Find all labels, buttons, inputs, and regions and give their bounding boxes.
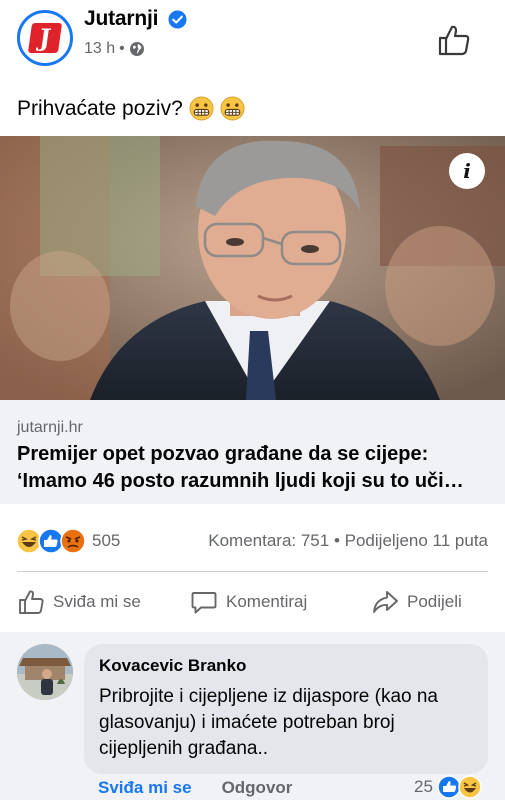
angry-reaction-icon bbox=[60, 528, 86, 554]
page-logo: J bbox=[24, 17, 66, 59]
page-avatar[interactable]: J bbox=[17, 10, 73, 66]
verified-badge-icon bbox=[168, 10, 187, 29]
thumbs-up-icon bbox=[19, 590, 44, 614]
link-domain: jutarnji.hr bbox=[17, 419, 83, 436]
share-icon bbox=[373, 591, 398, 613]
comment-reactions[interactable]: 25 bbox=[414, 775, 483, 799]
post-actions: Sviđa mi se Komentiraj Podijeli bbox=[0, 580, 505, 626]
avatar-photo bbox=[17, 644, 73, 700]
post-time[interactable]: 13 h bbox=[84, 40, 115, 58]
link-preview[interactable]: jutarnji.hr Premijer opet pozvao građane… bbox=[0, 400, 505, 504]
post-meta: 13 h • bbox=[84, 40, 145, 58]
comment-reaction-icons bbox=[437, 775, 482, 799]
comment-like-button[interactable]: Sviđa mi se bbox=[98, 778, 192, 798]
post-text: Prihvaćate poziv? bbox=[17, 96, 245, 121]
comment-text: Pribrojite i cijepljene iz dijaspore (ka… bbox=[99, 686, 439, 759]
like-reaction-icon bbox=[38, 528, 64, 554]
photo-illustration bbox=[0, 136, 505, 400]
grimacing-face-icon bbox=[189, 96, 214, 121]
share-button[interactable]: Podijeli bbox=[371, 588, 462, 616]
meta-separator: • bbox=[119, 40, 125, 57]
comment-bubble[interactable]: Kovacevic Branko Pribrojite i cijepljene… bbox=[84, 644, 488, 774]
like-page-icon[interactable] bbox=[436, 22, 472, 58]
link-preview-image[interactable] bbox=[0, 136, 505, 400]
like-label: Sviđa mi se bbox=[53, 592, 141, 611]
share-label: Podijeli bbox=[407, 592, 462, 611]
comment-icon bbox=[191, 592, 217, 614]
post-caption: Prihvaćate poziv? bbox=[17, 96, 183, 120]
comments-section: Kovacevic Branko Pribrojite i cijepljene… bbox=[0, 632, 505, 800]
comment-button[interactable]: Komentiraj bbox=[190, 588, 307, 616]
stats-separator: • bbox=[333, 531, 340, 550]
reaction-count[interactable]: 505 bbox=[92, 531, 120, 551]
link-title-line2: ‘Imamo 46 posto razumnih ljudi koji su t… bbox=[17, 470, 464, 492]
comment-label: Komentiraj bbox=[226, 592, 308, 611]
divider bbox=[17, 571, 488, 572]
link-title: Premijer opet pozvao građane da se cijep… bbox=[17, 441, 489, 495]
comment-reaction-count: 25 bbox=[414, 777, 433, 796]
page-name[interactable]: Jutarnji bbox=[84, 7, 158, 31]
haha-reaction-icon bbox=[16, 528, 42, 554]
link-title-line1: Premijer opet pozvao građane da se cijep… bbox=[17, 443, 429, 465]
comment-count[interactable]: Komentara: 751 bbox=[208, 531, 329, 550]
globe-icon bbox=[129, 42, 144, 56]
reaction-icons[interactable] bbox=[16, 528, 90, 554]
comment-actions: Sviđa mi se Odgovor bbox=[98, 778, 292, 798]
comment-author[interactable]: Kovacevic Branko bbox=[99, 656, 246, 676]
logo-letter: J bbox=[27, 23, 63, 53]
info-icon[interactable]: i bbox=[449, 153, 485, 189]
haha-reaction-icon bbox=[458, 775, 482, 799]
grimacing-face-icon bbox=[220, 96, 245, 121]
like-reaction-icon bbox=[437, 775, 461, 799]
reactions-summary: 505 Komentara: 751 • Podijeljeno 11 puta bbox=[0, 520, 505, 560]
post-stats: Komentara: 751 • Podijeljeno 11 puta bbox=[208, 531, 488, 551]
post-header: J Jutarnji 13 h • bbox=[0, 0, 505, 80]
comment-reply-button[interactable]: Odgovor bbox=[222, 778, 293, 798]
like-button[interactable]: Sviđa mi se bbox=[17, 588, 141, 616]
commenter-avatar[interactable] bbox=[17, 644, 73, 700]
share-count[interactable]: Podijeljeno 11 puta bbox=[345, 531, 488, 550]
